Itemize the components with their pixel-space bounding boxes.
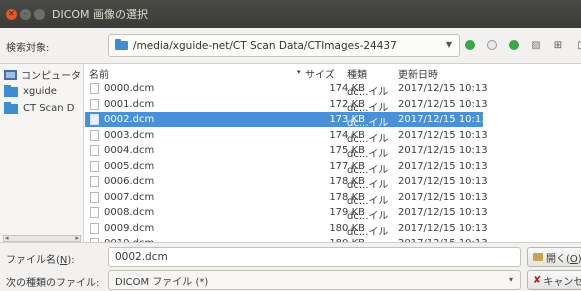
file-icon bbox=[90, 129, 99, 141]
scroll-left-icon[interactable]: ◂ bbox=[5, 234, 9, 242]
sidebar-scrollbar[interactable]: ◂ ▸ bbox=[3, 234, 81, 242]
forward-icon[interactable] bbox=[486, 39, 498, 51]
file-icon bbox=[90, 83, 99, 94]
file-name: 0007.dcm bbox=[104, 191, 155, 203]
file-icon bbox=[90, 114, 99, 125]
folder-icon bbox=[115, 39, 128, 50]
file-row[interactable]: 0001.dcm 172 KB dc...イル 2017/12/15 10:13 bbox=[85, 97, 488, 114]
file-row[interactable]: 0004.dcm 175 KB dc...イル 2017/12/15 10:13 bbox=[85, 143, 488, 160]
file-name: 0009.dcm bbox=[104, 222, 155, 234]
cancel-icon: ✘ bbox=[533, 274, 542, 286]
file-date: 2017/12/15 10:13 bbox=[398, 129, 488, 141]
bottom-panel: ファイル名(N): 0002.dcm 次の種類のファイル: DICOM ファイル… bbox=[0, 242, 581, 291]
file-date: 2017/12/15 10:13 bbox=[398, 191, 488, 203]
file-row[interactable]: 0005.dcm 177 KB dc...イル 2017/12/15 10:13 bbox=[85, 159, 488, 176]
column-header-date[interactable]: 更新日時 bbox=[398, 66, 438, 81]
file-row[interactable]: 0009.dcm 180 KB dc...イル 2017/12/15 10:13 bbox=[85, 221, 488, 238]
file-date: 2017/12/15 10:13 bbox=[398, 114, 488, 125]
minimize-icon[interactable]: – bbox=[20, 8, 31, 20]
file-row[interactable]: 0007.dcm 178 KB dc...イル 2017/12/15 10:13 bbox=[85, 190, 488, 207]
sidebar-item-label: CT Scan D bbox=[23, 103, 75, 114]
file-list: 名前 ▾ サイズ 種類 更新日時 0000.dcm 174 KB dc...イル 20… bbox=[85, 64, 581, 242]
cancel-button-label: キャンセル bbox=[543, 276, 581, 288]
sidebar-item-label: xguide bbox=[23, 86, 57, 97]
path-text: /media/xguide-net/CT Scan Data/CTImages-… bbox=[133, 39, 397, 52]
file-date: 2017/12/15 10:13 bbox=[398, 222, 488, 234]
file-icon bbox=[90, 207, 99, 218]
file-row[interactable]: 0008.dcm 179 KB dc...イル 2017/12/15 10:13 bbox=[85, 205, 488, 222]
file-date: 2017/12/15 10:13 bbox=[398, 207, 488, 218]
file-date: 2017/12/15 10:13 bbox=[398, 83, 488, 94]
cancel-button[interactable]: ✘ キャンセル bbox=[527, 270, 581, 290]
path-combobox[interactable]: /media/xguide-net/CT Scan Data/CTImages-… bbox=[108, 34, 460, 57]
folder-icon bbox=[4, 84, 18, 97]
file-name: 0004.dcm bbox=[104, 145, 155, 156]
file-row[interactable]: 0000.dcm 174 KB dc...イル 2017/12/15 10:13 bbox=[85, 81, 488, 98]
filename-value: 0002.dcm bbox=[115, 251, 168, 263]
file-date: 2017/12/15 10:13 bbox=[398, 98, 488, 110]
file-name: 0005.dcm bbox=[104, 160, 155, 172]
column-header-row: 名前 ▾ サイズ 種類 更新日時 bbox=[85, 64, 581, 81]
file-row[interactable]: 0002.dcm 173 KB dc...イル 2017/12/15 10:13 bbox=[85, 112, 488, 129]
window-title: DICOM 画像の選択 bbox=[52, 8, 149, 21]
chevron-down-icon[interactable]: ▼ bbox=[446, 40, 452, 49]
file-icon bbox=[90, 98, 99, 110]
open-icon bbox=[533, 253, 543, 261]
close-icon[interactable]: ✕ bbox=[6, 8, 17, 20]
new-folder-icon[interactable]: ▨ bbox=[530, 39, 542, 51]
title-bar: ✕ – DICOM 画像の選択 bbox=[0, 0, 581, 28]
file-icon bbox=[90, 160, 99, 172]
file-date: 2017/12/15 10:13 bbox=[398, 176, 488, 187]
sidebar-item-xguide[interactable]: xguide bbox=[4, 84, 57, 97]
look-in-label: 検索対象: bbox=[6, 43, 50, 54]
file-icon bbox=[90, 222, 99, 234]
list-view-icon[interactable]: ⊞ bbox=[552, 39, 564, 51]
open-button[interactable]: 開く(O) bbox=[527, 247, 581, 267]
filetype-value: DICOM ファイル (*) bbox=[115, 276, 209, 288]
filename-label: ファイル名(N): bbox=[6, 255, 75, 266]
computer-icon bbox=[4, 69, 17, 80]
file-name: 0003.dcm bbox=[104, 129, 155, 141]
file-name: 0000.dcm bbox=[104, 83, 155, 94]
back-icon[interactable] bbox=[464, 39, 476, 51]
file-date: 2017/12/15 10:13 bbox=[398, 160, 488, 172]
file-date: 2017/12/15 10:13 bbox=[398, 145, 488, 156]
detail-view-icon[interactable]: ▯ bbox=[574, 39, 581, 51]
file-row[interactable]: 0003.dcm 174 KB dc...イル 2017/12/15 10:13 bbox=[85, 128, 488, 145]
scroll-right-icon[interactable]: ▸ bbox=[75, 234, 79, 242]
filetype-label: 次の種類のファイル: bbox=[6, 278, 100, 289]
folder-icon bbox=[4, 101, 18, 114]
column-header-size[interactable]: サイズ bbox=[305, 66, 335, 81]
parent-folder-icon[interactable] bbox=[508, 39, 520, 51]
file-icon bbox=[90, 145, 99, 156]
chevron-down-icon[interactable]: ▾ bbox=[509, 275, 513, 284]
column-header-name[interactable]: 名前 bbox=[89, 66, 109, 81]
sidebar-item-ct-scan[interactable]: CT Scan D bbox=[4, 101, 75, 114]
file-name: 0001.dcm bbox=[104, 98, 155, 110]
open-button-label: 開く(O) bbox=[546, 253, 581, 265]
file-icon bbox=[90, 176, 99, 187]
filetype-select[interactable]: DICOM ファイル (*) ▾ bbox=[108, 270, 521, 290]
sidebar-item-label: コンピュータ bbox=[21, 71, 81, 82]
places-sidebar: コンピュータ xguide CT Scan D ◂ ▸ bbox=[0, 64, 84, 242]
file-row[interactable]: 0006.dcm 178 KB dc...イル 2017/12/15 10:13 bbox=[85, 174, 488, 191]
file-name: 0008.dcm bbox=[104, 207, 155, 218]
maximize-icon[interactable] bbox=[34, 8, 45, 20]
file-name: 0006.dcm bbox=[104, 176, 155, 187]
toolbar: 検索対象: /media/xguide-net/CT Scan Data/CTI… bbox=[0, 28, 581, 64]
column-header-type[interactable]: 種類 bbox=[347, 66, 367, 81]
file-name: 0002.dcm bbox=[104, 114, 155, 125]
file-icon bbox=[90, 191, 99, 203]
sidebar-item-computer[interactable]: コンピュータ bbox=[4, 67, 81, 82]
filename-input[interactable]: 0002.dcm bbox=[108, 247, 521, 267]
sort-arrow-icon: ▾ bbox=[297, 68, 301, 76]
